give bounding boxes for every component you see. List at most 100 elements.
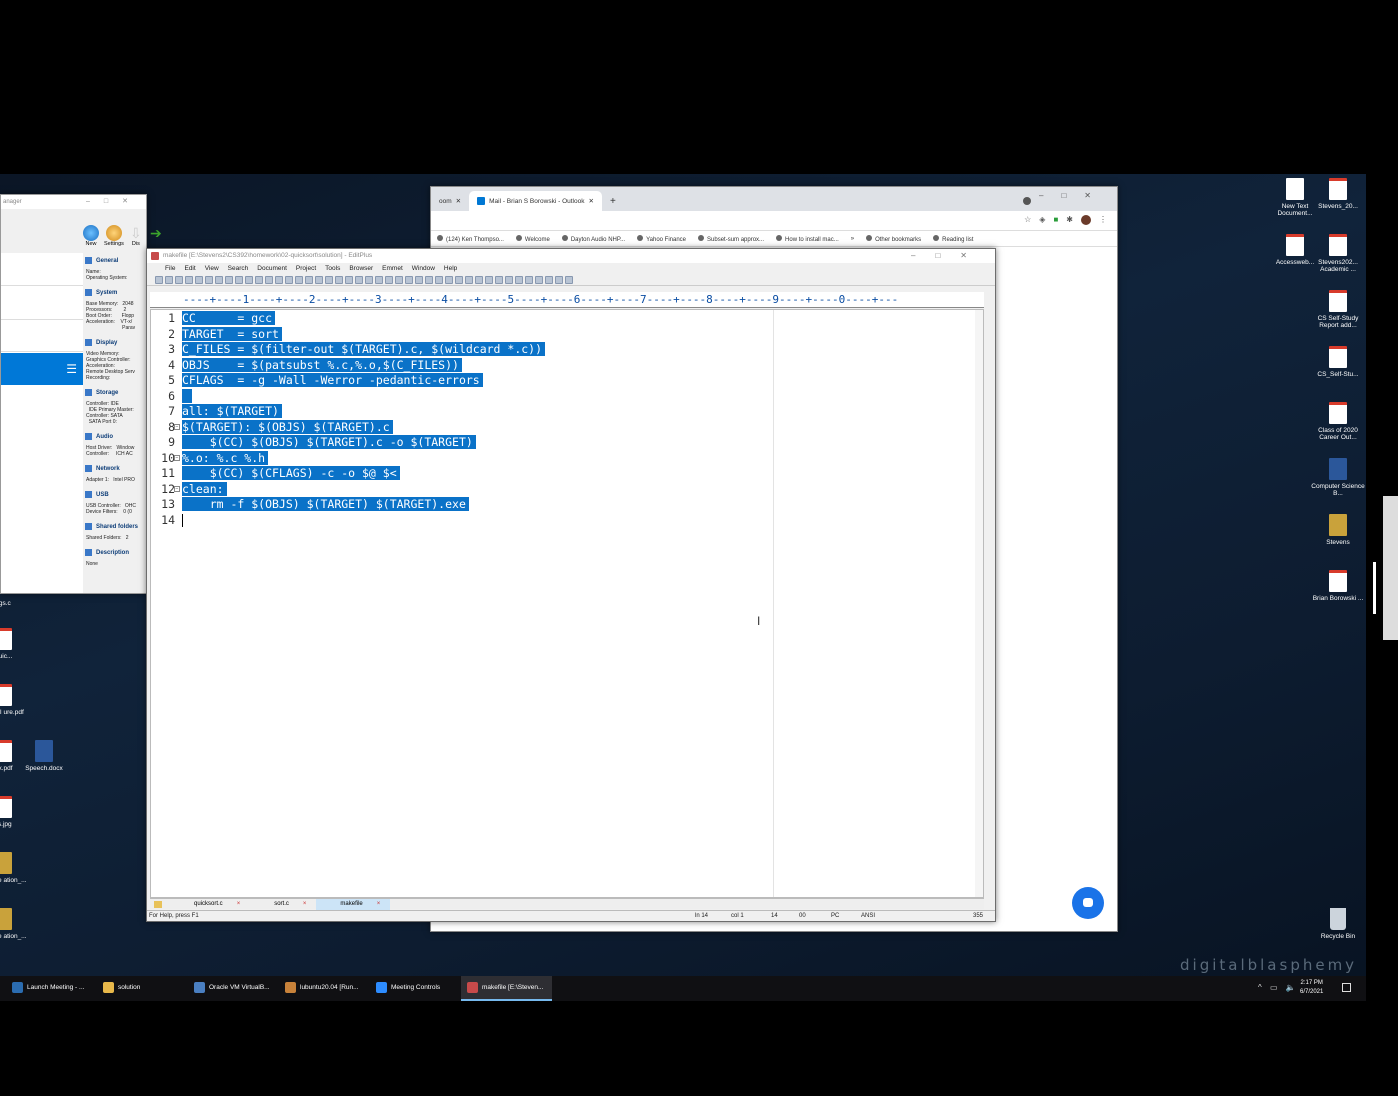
toolbar-button-icon[interactable] xyxy=(475,275,483,284)
menu-item-file[interactable]: File xyxy=(165,263,175,274)
toolbar-button-icon[interactable] xyxy=(375,275,383,284)
fold-marker-icon[interactable]: − xyxy=(174,485,180,492)
code-line[interactable]: %.o: %.c %.h xyxy=(182,450,269,467)
vm-detail-section-header[interactable]: Network xyxy=(85,465,120,472)
toolbar-button-icon[interactable] xyxy=(155,275,163,284)
toolbar-button-icon[interactable] xyxy=(265,275,273,284)
desktop-icon[interactable]: Stevens xyxy=(1309,514,1366,546)
code-line[interactable]: $(CC) $(OBJS) $(TARGET).c -o $(TARGET) xyxy=(182,435,476,451)
vertical-scrollbar[interactable] xyxy=(975,310,983,897)
menu-item-search[interactable]: Search xyxy=(228,263,249,274)
vm-detail-section-header[interactable]: General xyxy=(85,257,118,264)
menu-item-document[interactable]: Document xyxy=(257,263,287,274)
window-controls[interactable]: –□✕ xyxy=(1039,191,1109,200)
toolbar-button-icon[interactable] xyxy=(195,275,203,284)
menu-item-project[interactable]: Project xyxy=(296,263,316,274)
taskbar-item[interactable]: lubuntu20.04 [Run... xyxy=(279,976,370,1001)
settings-button[interactable]: Settings xyxy=(104,225,124,247)
desktop-icon[interactable]: e Office ation_... xyxy=(0,852,32,884)
menu-item-browser[interactable]: Browser xyxy=(349,263,373,274)
toolbar-button-icon[interactable] xyxy=(445,275,453,284)
toolbar-button-icon[interactable] xyxy=(545,275,553,284)
code-line[interactable]: clean: xyxy=(182,481,227,498)
desktop-icon[interactable]: Speech.docx xyxy=(15,740,73,772)
toolbar-button-icon[interactable] xyxy=(385,275,393,284)
bookmark-item[interactable]: Other bookmarks xyxy=(866,234,921,243)
discard-button[interactable]: ⇩ Dis xyxy=(129,225,143,247)
bookmark-item[interactable]: (124) Ken Thompso... xyxy=(437,234,504,243)
close-icon[interactable]: × xyxy=(377,901,381,907)
menu-item-help[interactable]: Help xyxy=(444,263,457,274)
vm-detail-section-header[interactable]: Description xyxy=(85,549,129,556)
bookmark-item[interactable]: Reading list xyxy=(933,234,973,243)
toolbar-button-icon[interactable] xyxy=(175,275,183,284)
menu-item-emmet[interactable]: Emmet xyxy=(382,263,403,274)
menu-item-tools[interactable]: Tools xyxy=(325,263,340,274)
toolbar-button-icon[interactable] xyxy=(535,275,543,284)
toolbar-button-icon[interactable] xyxy=(555,275,563,284)
new-vm-button[interactable]: New xyxy=(83,225,99,247)
folder-icon[interactable] xyxy=(154,900,162,908)
new-tab-button[interactable]: + xyxy=(602,191,624,211)
vm-detail-section-header[interactable]: System xyxy=(85,289,117,296)
code-line[interactable]: CC = gcc xyxy=(182,311,276,327)
close-icon[interactable]: × xyxy=(303,901,307,907)
toolbar-button-icon[interactable] xyxy=(565,275,573,284)
desktop-icon[interactable]: us.jpg xyxy=(0,796,32,828)
profile-dot-icon[interactable] xyxy=(1023,197,1031,205)
menu-item-edit[interactable]: Edit xyxy=(184,263,195,274)
code-line[interactable] xyxy=(182,388,192,405)
code-line[interactable] xyxy=(182,513,183,529)
toolbar-button-icon[interactable] xyxy=(455,275,463,284)
desktop-icon[interactable]: Computer Science B... xyxy=(1309,458,1366,497)
code-line[interactable]: $(TARGET): $(OBJS) $(TARGET).c xyxy=(182,419,393,436)
notification-icon[interactable] xyxy=(1342,983,1351,992)
toolbar-button-icon[interactable] xyxy=(345,275,353,284)
code-line[interactable]: OBJS = $(patsubst %.c,%.o,$(C_FILES)) xyxy=(182,357,462,374)
close-icon[interactable]: × xyxy=(237,901,241,907)
code-line[interactable]: $(CC) $(CFLAGS) -c -o $@ $< xyxy=(182,466,400,482)
toolbar-button-icon[interactable] xyxy=(215,275,223,284)
desktop-icon[interactable]: ngs.c xyxy=(0,600,32,607)
toolbar-button-icon[interactable] xyxy=(165,275,173,284)
bookmark-item[interactable]: Subset-sum approx... xyxy=(698,234,764,243)
desktop-icon[interactable]: e Office ation_... xyxy=(0,908,32,940)
toolbar-button-icon[interactable] xyxy=(205,275,213,284)
toolbar-button-icon[interactable] xyxy=(415,275,423,284)
code-line[interactable]: C_FILES = $(filter-out $(TARGET).c, $(wi… xyxy=(182,342,546,358)
toolbar-button-icon[interactable] xyxy=(325,275,333,284)
toolbar-button-icon[interactable] xyxy=(495,275,503,284)
vm-list-selected-item[interactable]: ☰ xyxy=(1,353,83,385)
toolbar-button-icon[interactable] xyxy=(365,275,373,284)
code-line[interactable]: all: $(TARGET) xyxy=(182,404,282,420)
code-line[interactable]: CFLAGS = -g -Wall -Werror -pedantic-erro… xyxy=(182,373,483,389)
taskbar-item[interactable]: Launch Meeting - ... xyxy=(6,976,97,1001)
close-icon[interactable]: ✕ xyxy=(588,197,593,205)
toolbar-button-icon[interactable] xyxy=(185,275,193,284)
toolbar-button-icon[interactable] xyxy=(245,275,253,284)
vm-detail-section-header[interactable]: Storage xyxy=(85,389,118,396)
vm-detail-section-header[interactable]: Shared folders xyxy=(85,523,138,530)
desktop-icon[interactable]: eries II ure.pdf xyxy=(0,684,32,716)
window-controls[interactable]: –□✕ xyxy=(86,195,142,209)
menu-item-view[interactable]: View xyxy=(205,263,219,274)
toolbar-button-icon[interactable] xyxy=(295,275,303,284)
desktop-icon[interactable]: Quic... xyxy=(0,628,32,660)
toolbar-button-icon[interactable] xyxy=(485,275,493,284)
desktop-icon[interactable]: Class of 2020 Career Out... xyxy=(1309,402,1366,441)
code-line[interactable]: rm -f $(OBJS) $(TARGET) $(TARGET).exe xyxy=(182,497,469,513)
bookmark-item[interactable]: Dayton Audio NHP... xyxy=(561,234,625,243)
toolbar-button-icon[interactable] xyxy=(305,275,313,284)
toolbar-button-icon[interactable] xyxy=(355,275,363,284)
extension-green-icon[interactable]: ■ xyxy=(1053,215,1058,225)
bookmark-item[interactable]: » xyxy=(851,236,854,242)
desktop-icon[interactable]: Recycle Bin xyxy=(1309,908,1366,940)
toolbar-button-icon[interactable] xyxy=(235,275,243,284)
avatar[interactable] xyxy=(1081,215,1091,225)
desktop-icon[interactable]: Stevens202... Academic ... xyxy=(1309,234,1366,273)
toolbar-button-icon[interactable] xyxy=(255,275,263,284)
fold-marker-icon[interactable]: − xyxy=(174,423,180,430)
toolbar-button-icon[interactable] xyxy=(525,275,533,284)
code-editor[interactable]: 1 2 3 4 5 6 7 8 9 10 11 12 13 14− − − CC = gcc TARGET = … xyxy=(150,309,984,898)
menu-icon[interactable]: ⋮ xyxy=(1099,215,1107,225)
